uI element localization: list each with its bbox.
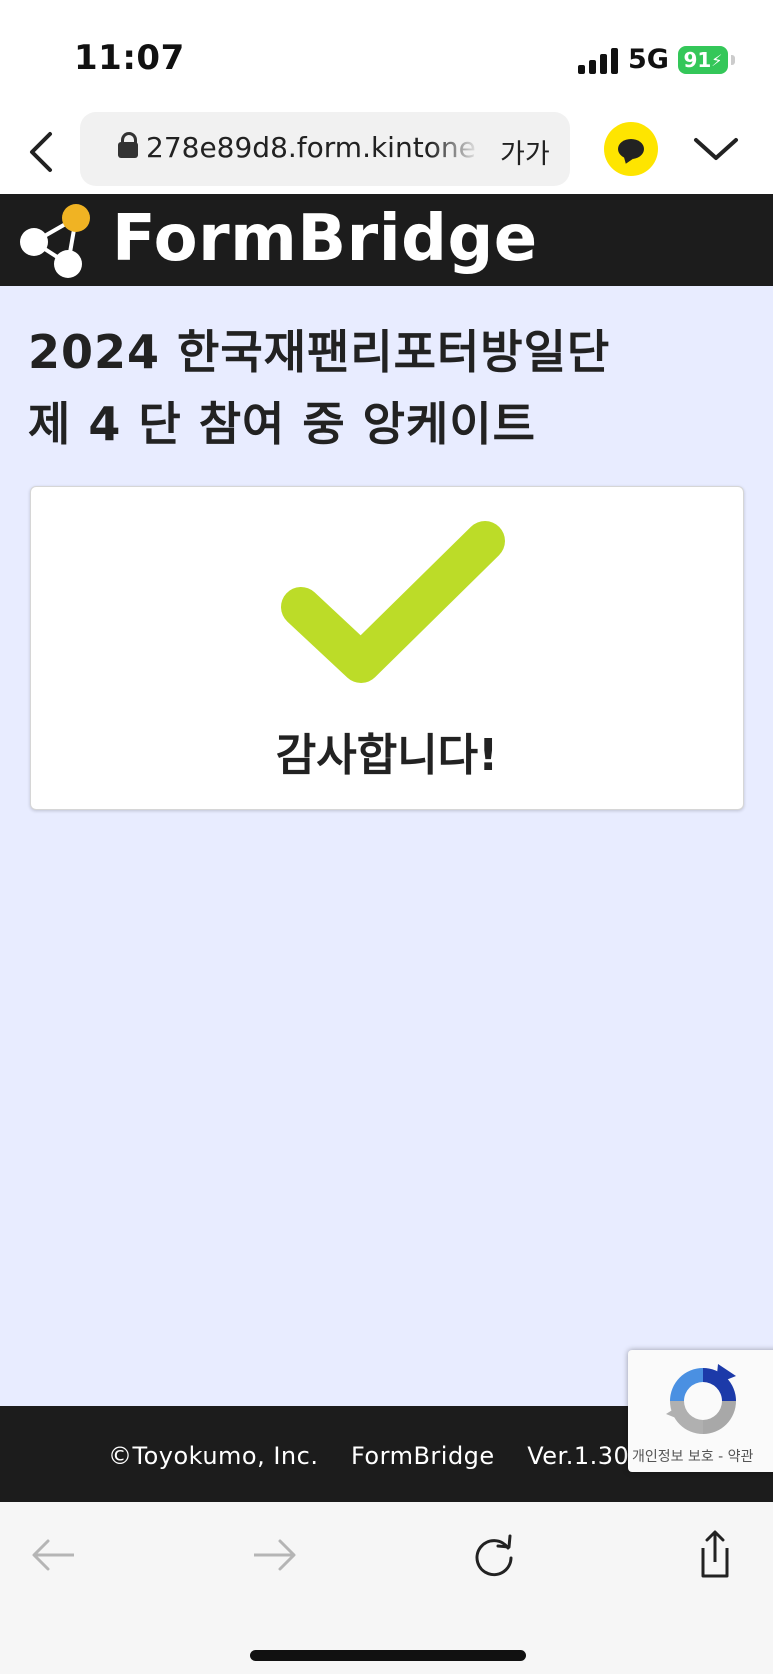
title-line-1: 2024 한국재팬리포터방일단 [28, 325, 611, 379]
back-arrow-icon [32, 1539, 74, 1571]
reload-button[interactable] [464, 1530, 524, 1580]
page-title: 2024 한국재팬리포터방일단 제 4 단 참여 중 앙케이트 [28, 316, 758, 460]
browser-bottom-toolbar [0, 1502, 773, 1674]
recaptcha-links[interactable]: 개인정보 보호 - 약관 [632, 1446, 753, 1466]
url-text: 278e89d8.form.kintoneapp.com [146, 131, 476, 164]
chevron-left-icon [30, 132, 52, 172]
menu-button[interactable] [690, 130, 742, 170]
forward-arrow-icon [254, 1539, 296, 1571]
url-bar[interactable]: 278e89d8.form.kintoneapp.com 가가 [80, 112, 570, 186]
status-time: 11:07 [74, 38, 185, 78]
signal-icon [578, 48, 618, 74]
formbridge-header: FormBridge [0, 194, 773, 286]
browser-top-bar: 278e89d8.form.kintoneapp.com 가가 [0, 112, 773, 194]
network-type: 5G [628, 44, 669, 75]
share-button[interactable] [685, 1530, 745, 1580]
checkmark-icon [281, 521, 505, 683]
title-line-2: 제 4 단 참여 중 앙케이트 [28, 397, 536, 451]
result-card: 감사합니다! [30, 486, 744, 810]
battery-icon: 91 ⚡ [678, 46, 728, 74]
formbridge-logo-icon [20, 204, 90, 278]
brand-name: FormBridge [112, 202, 538, 276]
lock-icon [118, 132, 138, 158]
kakaotalk-icon [618, 139, 644, 159]
back-arrow-button[interactable] [24, 1530, 84, 1580]
recaptcha-badge[interactable]: 개인정보 보호 - 약관 [628, 1350, 773, 1472]
status-bar: 11:07 5G 91 ⚡ [0, 0, 773, 112]
product-name: FormBridge [350, 1442, 495, 1470]
reload-icon [475, 1534, 513, 1577]
chevron-down-icon [694, 138, 738, 160]
url-fade [430, 122, 480, 176]
text-size-button[interactable]: 가가 [500, 132, 550, 171]
recaptcha-icon [666, 1364, 736, 1434]
battery-cap [731, 55, 735, 65]
forward-arrow-button[interactable] [244, 1530, 304, 1580]
back-button[interactable] [22, 126, 62, 178]
copyright: ©Toyokumo, Inc. [108, 1442, 319, 1470]
share-icon [701, 1530, 729, 1578]
thanks-message: 감사합니다! [275, 730, 499, 781]
battery-level: 91 [683, 48, 712, 72]
footer-text: ©Toyokumo, Inc. FormBridge Ver.1.30.3 [108, 1442, 653, 1470]
home-indicator [250, 1650, 526, 1661]
kakaotalk-button[interactable] [604, 122, 658, 176]
